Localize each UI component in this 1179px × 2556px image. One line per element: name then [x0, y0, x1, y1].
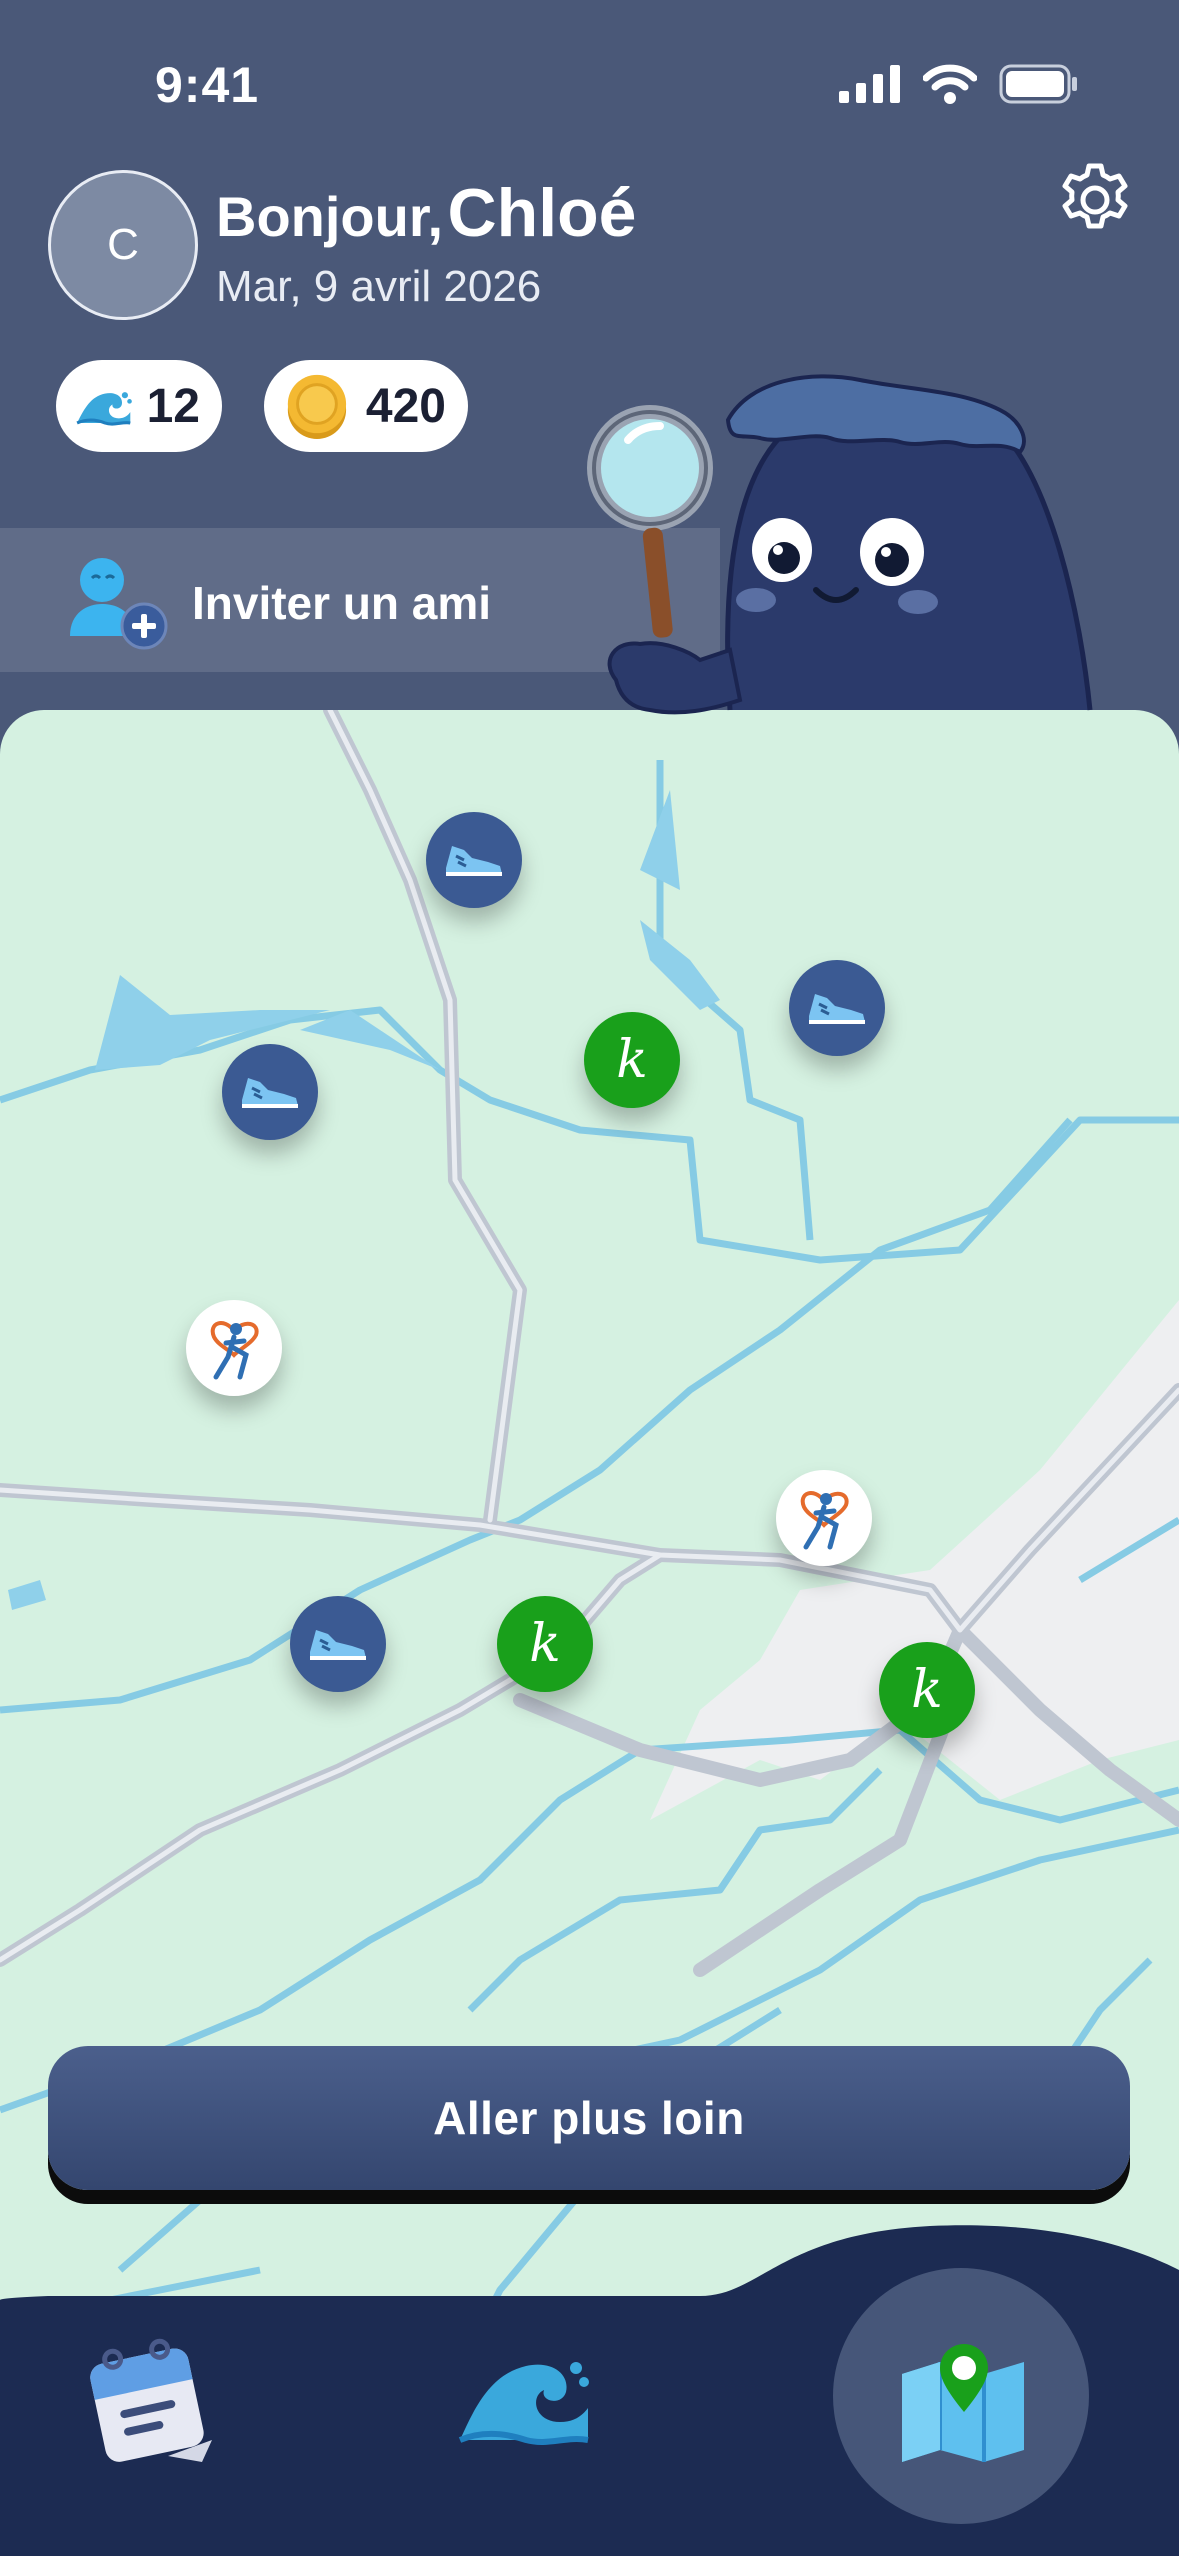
current-date: Mar, 9 avril 2026: [216, 262, 542, 311]
wave-icon: [76, 392, 132, 426]
wifi-icon: [923, 64, 977, 104]
gear-icon[interactable]: [1055, 160, 1135, 240]
app-screen: 9:41 C Bonjour, Chloé Mar, 9 avril 2026 …: [0, 0, 1179, 2556]
battery-icon: [999, 64, 1077, 104]
runner-logo-icon: [210, 1321, 259, 1380]
shoe-pin[interactable]: [789, 960, 885, 1056]
calendar-icon[interactable]: [82, 2330, 222, 2470]
shoe-icon: [310, 1630, 366, 1660]
avatar[interactable]: C: [48, 170, 198, 320]
mascot-illustration: [587, 374, 1093, 715]
tab-bar: [0, 2220, 1179, 2556]
user-name: Chloé: [447, 175, 637, 251]
status-bar: 9:41: [0, 0, 1179, 150]
go-further-button[interactable]: Aller plus loin: [48, 2046, 1130, 2190]
waves-counter[interactable]: 12: [56, 360, 222, 452]
k-pin[interactable]: k: [584, 1012, 680, 1108]
shoe-icon: [809, 994, 865, 1024]
signal-icon: [839, 65, 900, 103]
runner-pin[interactable]: [776, 1470, 872, 1566]
invite-label: Inviter un ami: [192, 577, 492, 629]
coins-counter[interactable]: 420: [264, 360, 468, 452]
waves-icon[interactable]: [456, 2344, 592, 2454]
shoe-icon: [242, 1078, 298, 1108]
shoe-icon: [446, 846, 502, 876]
shoe-pin[interactable]: [426, 812, 522, 908]
shoe-pin[interactable]: [222, 1044, 318, 1140]
k-pin[interactable]: k: [879, 1642, 975, 1738]
map-icon[interactable]: [898, 2334, 1028, 2464]
coins-count: 420: [365, 379, 446, 433]
add-friend-icon: [70, 558, 168, 650]
runner-logo-icon: [800, 1491, 849, 1550]
shoe-pin[interactable]: [290, 1596, 386, 1692]
coin-icon: [287, 374, 347, 440]
runner-pin[interactable]: [186, 1300, 282, 1396]
greeting-prefix: Bonjour,: [216, 185, 444, 248]
k-pin[interactable]: k: [497, 1596, 593, 1692]
waves-count: 12: [146, 379, 200, 433]
greeting: Bonjour, Chloé: [216, 174, 636, 252]
status-time: 9:41: [155, 57, 260, 113]
